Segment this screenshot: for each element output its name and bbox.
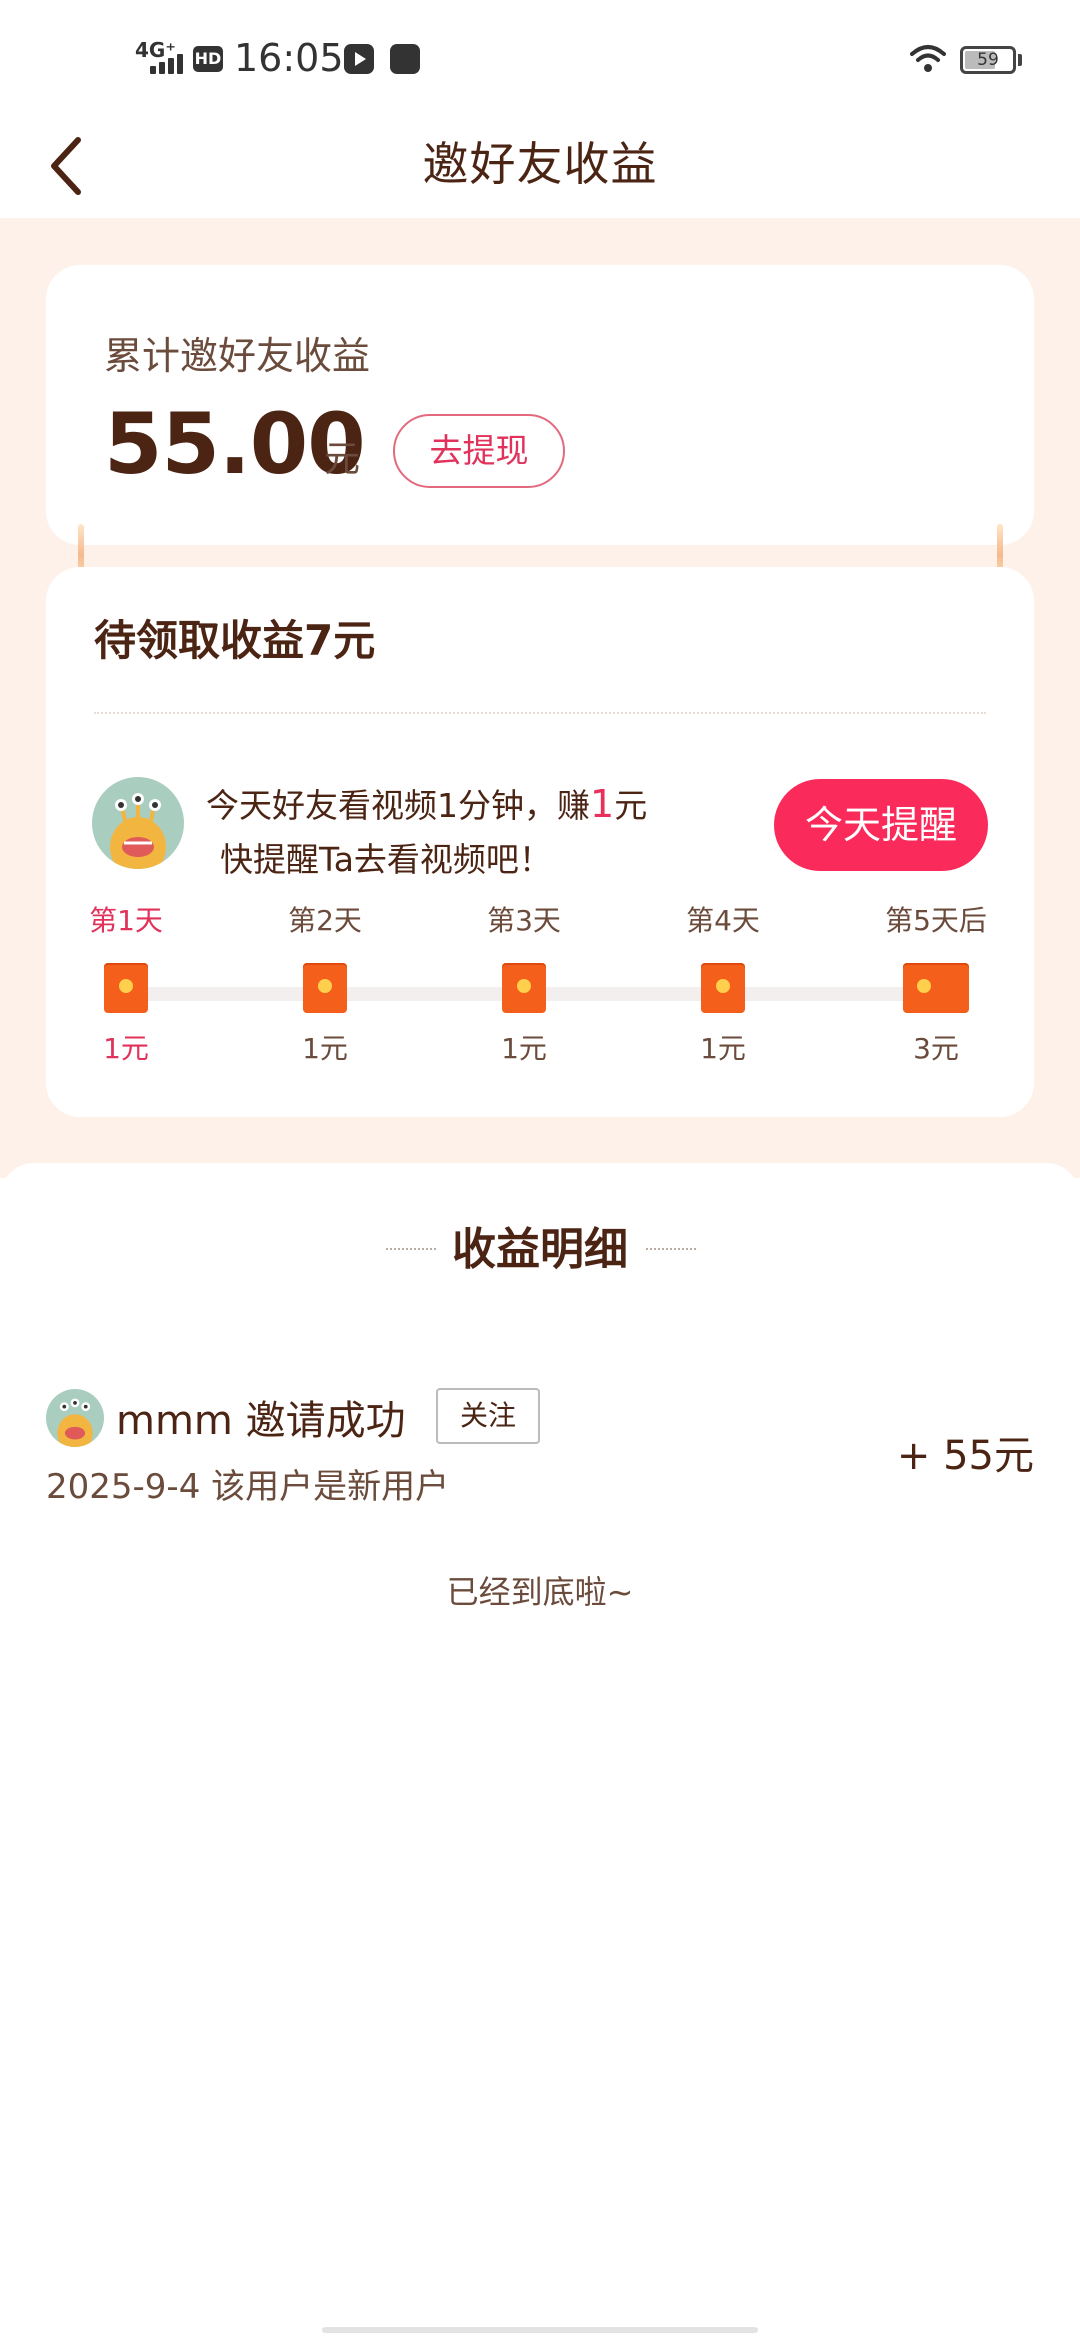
video-app-icon — [344, 44, 374, 74]
progress-step: 第2天 1元 — [255, 899, 395, 1067]
total-earnings-unit: 元 — [324, 439, 361, 480]
monster-avatar-icon — [110, 793, 166, 869]
status-time: 16:05 — [234, 36, 344, 80]
step-amount: 3元 — [913, 1032, 959, 1065]
red-envelope-icon — [701, 963, 745, 1013]
step-day-label: 第2天 — [288, 904, 362, 937]
progress-step: 第4天 1元 — [653, 899, 793, 1067]
record-amount: + 55元 — [896, 1433, 1034, 1479]
friend-avatar — [92, 777, 184, 869]
hd-icon: HD — [193, 46, 223, 72]
red-envelope-icon — [104, 963, 148, 1013]
step-amount: 1元 — [700, 1032, 746, 1065]
app-notification-icon — [390, 44, 420, 74]
end-of-list-text: 已经到底啦~ — [446, 1573, 634, 1611]
progress-step: 第3天 1元 — [454, 899, 594, 1067]
step-day-label: 第3天 — [487, 904, 561, 937]
divider — [94, 712, 986, 714]
page-title: 邀好友收益 — [422, 137, 658, 191]
reminder-tip-line2: 快提醒Ta去看视频吧！ — [220, 840, 552, 879]
reminder-tip-amount: 1 — [590, 782, 615, 826]
status-bar: 4G⁺ HD 16:05 59 — [0, 0, 1080, 110]
earnings-detail-title: 收益明细 — [452, 1224, 628, 1275]
battery-tip — [1018, 54, 1022, 66]
step-amount: 1元 — [103, 1032, 149, 1065]
step-day-label: 第4天 — [686, 904, 760, 937]
red-envelope-icon — [303, 963, 347, 1013]
battery-icon: 59 — [960, 46, 1016, 74]
red-envelope-icon — [502, 963, 546, 1013]
step-amount: 1元 — [501, 1032, 547, 1065]
record-date: 2025-9-4 该用户是新用户 — [46, 1467, 450, 1507]
wifi-icon — [910, 45, 946, 72]
withdraw-button[interactable]: 去提现 — [393, 414, 565, 488]
user-avatar[interactable] — [46, 1389, 104, 1447]
total-earnings-card: 累计邀好友收益 55.00 元 去提现 — [46, 265, 1034, 545]
monster-avatar-icon — [57, 1398, 93, 1447]
signal-icon — [150, 52, 186, 74]
step-day-label: 第1天 — [89, 904, 163, 937]
earnings-detail-section: 收益明细 mmm 邀请成功 关注 2025-9-4 该用户是新用户 + 55元 … — [0, 1163, 1080, 2340]
daily-reward-progress: 第1天 1元 第2天 1元 第3天 1元 第4天 1元 第5天后 3元 — [46, 899, 1034, 1099]
reminder-tip-unit: 元 — [614, 786, 648, 825]
title-decor-right — [646, 1248, 696, 1250]
pending-earnings-title: 待领取收益7元 — [94, 616, 376, 665]
total-earnings-label: 累计邀好友收益 — [104, 334, 371, 378]
battery-level: 59 — [977, 50, 999, 70]
progress-step: 第5天后 3元 — [866, 899, 1006, 1067]
navigation-header: 邀好友收益 — [0, 110, 1080, 218]
follow-button[interactable]: 关注 — [436, 1388, 540, 1444]
progress-step: 第1天 1元 — [56, 899, 196, 1067]
step-day-label: 第5天后 — [885, 904, 987, 937]
step-amount: 1元 — [302, 1032, 348, 1065]
pending-earnings-card: 待领取收益7元 今天好友看视频1分钟，赚1元 快提醒Ta去看视频吧！ 今天提醒 … — [46, 567, 1034, 1117]
red-envelope-stack-icon — [903, 963, 969, 1013]
reminder-tip-text: 今天好友看视频1分钟，赚 — [206, 786, 590, 825]
home-indicator[interactable] — [322, 2327, 758, 2333]
remind-today-button[interactable]: 今天提醒 — [774, 779, 988, 871]
reminder-tip-line1: 今天好友看视频1分钟，赚1元 — [206, 779, 647, 827]
record-title: mmm 邀请成功 — [116, 1398, 406, 1444]
